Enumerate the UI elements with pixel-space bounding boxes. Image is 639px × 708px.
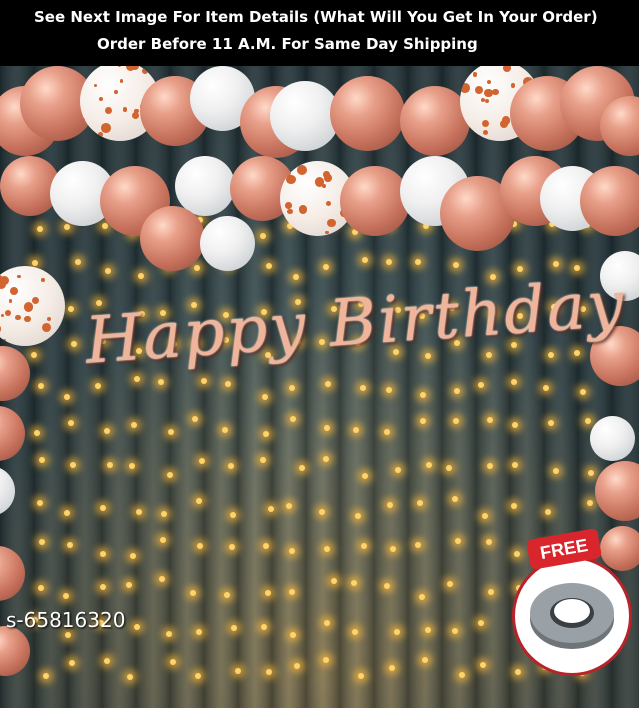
fairy-light	[195, 497, 202, 504]
fairy-light	[194, 672, 201, 679]
fairy-light	[100, 504, 107, 511]
fairy-light	[418, 593, 425, 600]
fairy-light	[478, 381, 485, 388]
fairy-light	[361, 256, 368, 263]
white-balloon	[175, 156, 235, 216]
fairy-light	[322, 263, 329, 270]
fairy-light	[421, 656, 428, 663]
fairy-light	[229, 543, 236, 550]
white-balloon	[200, 216, 255, 271]
product-id-watermark: s-65816320	[6, 608, 126, 632]
fairy-light	[446, 464, 452, 471]
fairy-light	[167, 428, 174, 435]
fairy-light	[130, 422, 137, 429]
fairy-light	[587, 470, 594, 477]
fairy-light	[486, 462, 493, 469]
fairy-light	[63, 592, 70, 599]
fairy-light	[234, 668, 241, 675]
fairy-light	[452, 261, 459, 268]
fairy-light	[452, 417, 459, 424]
fairy-light	[264, 590, 271, 597]
fairy-light	[580, 388, 586, 395]
fairy-light	[420, 417, 427, 424]
free-tape-roll	[512, 556, 632, 676]
fairy-light	[33, 430, 40, 437]
fairy-light	[198, 457, 205, 464]
fairy-light	[261, 623, 268, 630]
fairy-light	[63, 223, 70, 230]
fairy-light	[351, 629, 358, 636]
fairy-light	[330, 577, 337, 584]
fairy-light	[351, 579, 358, 586]
fairy-light	[167, 471, 174, 478]
fairy-light	[36, 226, 43, 233]
rose-gold-balloon	[340, 166, 410, 236]
fairy-light	[68, 660, 75, 667]
fairy-light	[37, 584, 44, 591]
fairy-light	[193, 264, 200, 271]
fairy-light	[135, 509, 142, 516]
fairy-light	[386, 502, 393, 509]
fairy-light	[228, 462, 235, 469]
fairy-light	[69, 461, 76, 468]
fairy-light	[104, 267, 111, 274]
fairy-light	[262, 430, 269, 437]
fairy-light	[487, 588, 494, 595]
fairy-light	[129, 553, 136, 560]
fairy-light	[190, 589, 197, 596]
fairy-light	[31, 351, 38, 358]
banner-line-1: See Next Image For Item Details (What Wi…	[34, 8, 598, 26]
rose-gold-balloon	[330, 76, 405, 151]
fairy-light	[511, 461, 518, 468]
rose-gold-balloon	[140, 206, 205, 271]
fairy-light	[323, 620, 330, 627]
fairy-light	[288, 547, 295, 554]
fairy-light	[385, 386, 392, 393]
fairy-light	[267, 505, 274, 512]
fairy-light	[479, 661, 486, 668]
fairy-light	[389, 546, 396, 553]
fairy-light	[229, 512, 236, 519]
fairy-light	[584, 417, 591, 424]
fairy-light	[393, 629, 400, 636]
top-banner: See Next Image For Item Details (What Wi…	[0, 0, 639, 66]
tape-icon	[530, 583, 614, 649]
banner-line-2: Order Before 11 A.M. For Same Day Shippi…	[97, 35, 478, 53]
fairy-light	[383, 428, 390, 435]
fairy-light	[516, 265, 523, 272]
fairy-light	[486, 417, 493, 424]
fairy-light	[292, 273, 299, 280]
fairy-light	[169, 658, 176, 665]
fairy-light	[103, 427, 110, 434]
fairy-light	[544, 509, 551, 516]
fairy-light	[512, 421, 519, 428]
fairy-light	[415, 258, 422, 265]
fairy-light	[261, 393, 268, 400]
fairy-light	[454, 537, 461, 544]
fairy-light	[420, 391, 427, 398]
fairy-light	[383, 583, 390, 590]
fairy-light	[324, 380, 331, 387]
fairy-light	[165, 630, 172, 637]
fairy-light	[511, 378, 518, 385]
fairy-light	[552, 260, 559, 267]
white-balloon	[590, 416, 635, 461]
fairy-light	[547, 420, 554, 427]
fairy-light	[67, 305, 74, 312]
fairy-light	[323, 425, 330, 432]
fairy-light	[223, 592, 230, 599]
fairy-light	[64, 509, 71, 516]
fairy-light	[486, 538, 493, 545]
